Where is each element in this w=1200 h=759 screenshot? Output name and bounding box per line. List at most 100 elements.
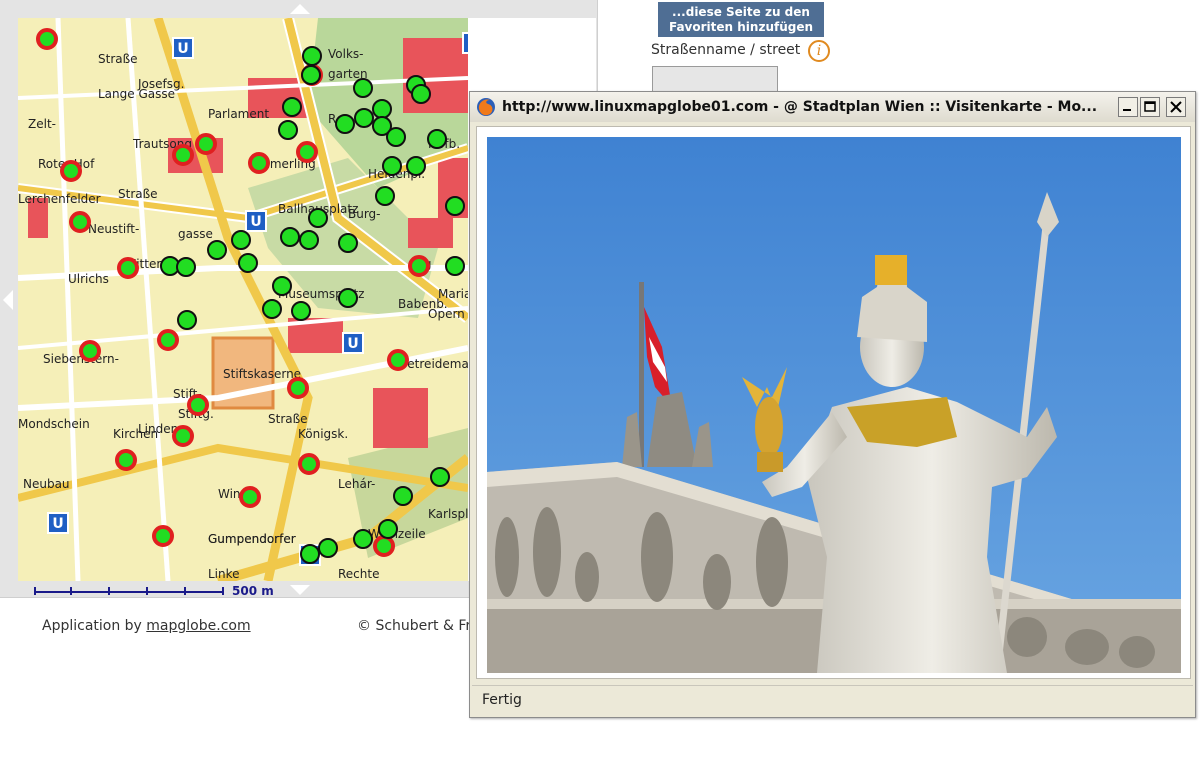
- maximize-icon: [1144, 101, 1156, 112]
- poi-marker-visited[interactable]: [296, 141, 318, 163]
- city-map[interactable]: Straße Lange Gasse Josefsg. Zelt- Trautsong L…: [18, 18, 468, 581]
- poi-marker-visited[interactable]: [298, 453, 320, 475]
- poi-marker[interactable]: [378, 519, 398, 539]
- poi-marker[interactable]: [386, 127, 406, 147]
- street-label: Königsk.: [298, 427, 348, 441]
- maximize-button[interactable]: [1140, 97, 1160, 117]
- popup-window: http://www.linuxmapglobe01.com - @ Stadt…: [469, 91, 1196, 718]
- close-icon: [1170, 101, 1182, 113]
- svg-text:U: U: [347, 336, 358, 352]
- poi-marker-visited[interactable]: [79, 340, 101, 362]
- poi-marker-visited[interactable]: [60, 160, 82, 182]
- poi-marker-visited[interactable]: [195, 133, 217, 155]
- poi-marker[interactable]: [382, 156, 402, 176]
- street-label: Kirchen: [113, 427, 158, 441]
- poi-marker[interactable]: [176, 257, 196, 277]
- poi-marker[interactable]: [338, 288, 358, 308]
- street-label: Karlsplatz: [428, 507, 468, 521]
- poi-marker[interactable]: [280, 227, 300, 247]
- poi-marker[interactable]: [430, 467, 450, 487]
- popup-titlebar[interactable]: http://www.linuxmapglobe01.com - @ Stadt…: [470, 92, 1195, 122]
- popup-content: [476, 126, 1191, 679]
- poi-marker-visited[interactable]: [187, 394, 209, 416]
- poi-marker-visited[interactable]: [287, 377, 309, 399]
- poi-marker[interactable]: [177, 310, 197, 330]
- street-label: Parlament: [208, 107, 269, 121]
- block: [408, 218, 453, 248]
- fav-line1: ...diese Seite zu den: [672, 5, 810, 19]
- ubahn-station-icon: U: [342, 332, 364, 354]
- poi-marker[interactable]: [238, 253, 258, 273]
- street-label: Zelt-: [28, 117, 56, 131]
- ubahn-station-icon: U: [245, 210, 267, 232]
- street-label: Lehár-: [338, 477, 375, 491]
- street-label: Straße: [268, 412, 308, 426]
- close-button[interactable]: [1166, 97, 1186, 117]
- poi-marker[interactable]: [338, 233, 358, 253]
- poi-marker[interactable]: [278, 120, 298, 140]
- poi-marker[interactable]: [300, 544, 320, 564]
- street-name-input[interactable]: [652, 66, 778, 92]
- poi-marker[interactable]: [282, 97, 302, 117]
- poi-marker-visited[interactable]: [248, 152, 270, 174]
- poi-marker[interactable]: [262, 299, 282, 319]
- svg-text:U: U: [250, 214, 261, 230]
- poi-marker[interactable]: [411, 84, 431, 104]
- poi-marker-visited[interactable]: [387, 349, 409, 371]
- poi-marker[interactable]: [445, 196, 465, 216]
- poi-marker[interactable]: [335, 114, 355, 134]
- street-label: Josefsg.: [137, 77, 184, 91]
- poi-marker[interactable]: [375, 186, 395, 206]
- status-text: Fertig: [482, 692, 522, 708]
- poi-marker[interactable]: [406, 156, 426, 176]
- block: [373, 388, 428, 448]
- poi-marker-visited[interactable]: [36, 28, 58, 50]
- poi-marker[interactable]: [353, 529, 373, 549]
- firefox-icon: [477, 98, 495, 116]
- poi-marker[interactable]: [207, 240, 227, 260]
- hofburg-block: [403, 38, 468, 113]
- map-canvas[interactable]: StraßeLange GasseJosefsg.Zelt-TrautsongL…: [18, 18, 468, 581]
- poi-marker[interactable]: [318, 538, 338, 558]
- poi-marker[interactable]: [445, 256, 465, 276]
- mapglobe-link[interactable]: mapglobe.com: [146, 618, 250, 634]
- add-favorites-button[interactable]: ...diese Seite zu den Favoriten hinzufüg…: [658, 2, 824, 37]
- minimize-button[interactable]: [1118, 97, 1138, 117]
- street-label: Neubau: [23, 477, 70, 491]
- poi-marker-visited[interactable]: [157, 329, 179, 351]
- pan-left-arrow-icon[interactable]: [3, 290, 13, 310]
- poi-marker-visited[interactable]: [152, 525, 174, 547]
- poi-marker-visited[interactable]: [408, 255, 430, 277]
- poi-marker[interactable]: [353, 78, 373, 98]
- poi-marker-visited[interactable]: [172, 425, 194, 447]
- street-label: Straße: [98, 52, 138, 66]
- poi-marker[interactable]: [272, 276, 292, 296]
- ubahn-station-icon: U: [47, 512, 69, 534]
- svg-text:U: U: [52, 516, 63, 532]
- poi-marker[interactable]: [299, 230, 319, 250]
- status-bar: Fertig: [472, 685, 1193, 714]
- poi-marker[interactable]: [302, 46, 322, 66]
- poi-marker-visited[interactable]: [373, 535, 395, 557]
- poi-marker[interactable]: [231, 230, 251, 250]
- poi-marker[interactable]: [393, 486, 413, 506]
- poi-marker-visited[interactable]: [115, 449, 137, 471]
- poi-marker-visited[interactable]: [239, 486, 261, 508]
- poi-marker-visited[interactable]: [69, 211, 91, 233]
- poi-marker-visited[interactable]: [172, 144, 194, 166]
- poi-marker[interactable]: [301, 65, 321, 85]
- poi-marker[interactable]: [427, 129, 447, 149]
- pan-up-arrow-icon[interactable]: [290, 4, 310, 14]
- application-credit: Application by mapglobe.com: [42, 618, 251, 634]
- poi-marker-visited[interactable]: [117, 257, 139, 279]
- poi-marker[interactable]: [372, 99, 392, 119]
- minimize-icon: [1123, 109, 1131, 111]
- info-icon[interactable]: i: [808, 40, 830, 62]
- poi-marker[interactable]: [291, 301, 311, 321]
- poi-marker[interactable]: [308, 208, 328, 228]
- poi-marker[interactable]: [354, 108, 374, 128]
- street-label: Stiftskaserne: [223, 367, 301, 381]
- street-label: Mariahilfer: [438, 287, 468, 301]
- pan-down-arrow-icon[interactable]: [290, 585, 310, 595]
- fav-line2: Favoriten hinzufügen: [668, 20, 814, 34]
